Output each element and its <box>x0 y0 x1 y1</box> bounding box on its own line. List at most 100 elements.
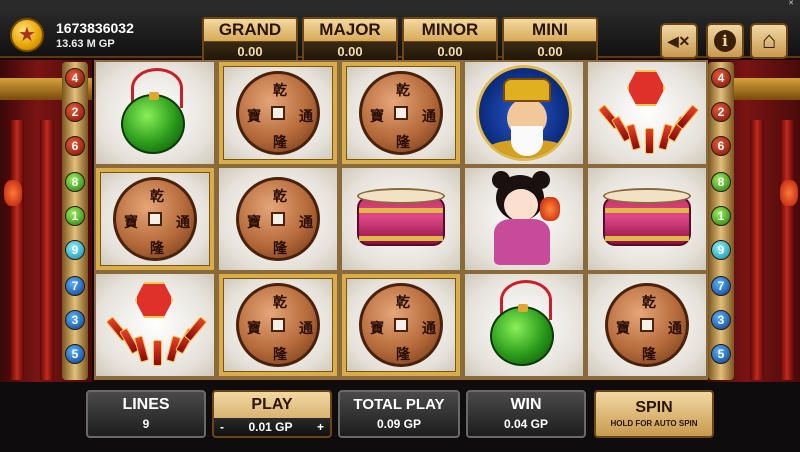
firecracker-stick <box>153 340 162 366</box>
firecracker-stick <box>133 335 150 363</box>
payline-badge[interactable]: 4 <box>711 68 731 88</box>
payline-column-left: 4 2 6 8 1 9 7 3 5 <box>62 62 88 380</box>
payline-badge[interactable]: 2 <box>65 102 85 122</box>
jackpot-minor: MINOR 0.00 <box>402 17 498 63</box>
coin-char: 隆 <box>396 347 410 363</box>
jade-pendant-icon <box>113 68 197 158</box>
firecracker-icon <box>105 282 208 368</box>
info-button[interactable]: i <box>706 23 744 59</box>
win-value: 0.04 GP <box>503 417 549 431</box>
total-play-value: 0.09 GP <box>376 417 422 431</box>
payline-badge[interactable]: 1 <box>711 206 731 226</box>
drum-icon <box>353 186 449 252</box>
jackpot-value: 0.00 <box>204 41 296 62</box>
coin-char: 通 <box>299 321 313 337</box>
reel-cell: 乾通隆寶 <box>219 62 337 164</box>
drum-band <box>605 236 689 241</box>
reel-cell <box>342 168 460 270</box>
payline-badge[interactable]: 6 <box>65 136 85 156</box>
pillar <box>780 120 794 380</box>
payline-badge[interactable]: 6 <box>711 136 731 156</box>
info-icon: i <box>714 30 736 52</box>
play-stepper: - 0.01 GP + <box>214 418 330 436</box>
coin-char: 寶 <box>124 215 138 231</box>
home-icon: ⌂ <box>761 27 777 54</box>
play-label: PLAY <box>251 396 293 413</box>
coin-char: 隆 <box>396 135 410 151</box>
jackpot-grand: GRAND 0.00 <box>202 17 298 63</box>
chinese-coin-icon: 乾通隆寶 <box>236 177 320 261</box>
payline-badge[interactable]: 3 <box>65 310 85 330</box>
payline-badge[interactable]: 3 <box>711 310 731 330</box>
top-bar: ★ 1673836032 13.63 M GP GRAND 0.00 MAJOR… <box>0 8 800 63</box>
jade-pendant-icon <box>482 280 566 370</box>
coin-char: 通 <box>299 109 313 125</box>
lines-value: 9 <box>142 417 150 431</box>
payline-badge[interactable]: 9 <box>711 240 731 260</box>
payline-badge[interactable]: 2 <box>711 102 731 122</box>
lantern-girl-icon <box>474 169 574 269</box>
coin-char: 乾 <box>396 83 410 99</box>
payline-column-right: 4 2 6 8 1 9 7 3 5 <box>708 62 734 380</box>
reel-cell <box>588 62 706 164</box>
lantern-icon <box>780 180 798 206</box>
reel-cell <box>96 62 214 164</box>
coin-char: 寶 <box>370 109 384 125</box>
jackpot-value: 0.00 <box>404 41 496 62</box>
star-coin-icon: ★ <box>10 18 44 52</box>
payline-badge[interactable]: 7 <box>711 276 731 296</box>
coin-char: 乾 <box>642 295 656 311</box>
payline-badge[interactable]: 9 <box>65 240 85 260</box>
payline-badge[interactable]: 1 <box>65 206 85 226</box>
coin-hole <box>394 106 408 120</box>
jackpot-major: MAJOR 0.00 <box>302 17 398 63</box>
jackpot-name: MINI <box>532 20 568 39</box>
reel-grid: 乾通隆寶乾通隆寶乾通隆寶乾通隆寶乾通隆寶乾通隆寶乾通隆寶 <box>94 60 708 380</box>
coin-hole <box>148 212 162 226</box>
drum-band <box>359 236 443 241</box>
reel-cell: 乾通隆寶 <box>342 274 460 376</box>
pillar <box>40 120 54 380</box>
lantern-icon <box>4 180 22 206</box>
coin-hole <box>271 106 285 120</box>
play-minus-button[interactable]: - <box>220 420 224 434</box>
account-id: 1673836032 <box>56 20 134 36</box>
home-button[interactable]: ⌂ <box>750 23 788 59</box>
win-panel: WIN 0.04 GP <box>466 390 586 438</box>
chinese-coin-icon: 乾通隆寶 <box>236 283 320 367</box>
bottom-bar: LINES 9 PLAY - 0.01 GP + TOTAL PLAY 0.09… <box>0 382 800 452</box>
total-play-panel: TOTAL PLAY 0.09 GP <box>338 390 460 438</box>
mute-icon: ◀✕ <box>667 32 691 49</box>
god-beard <box>511 126 543 156</box>
payline-badge[interactable]: 4 <box>65 68 85 88</box>
win-label: WIN <box>510 396 542 413</box>
payline-badge[interactable]: 7 <box>65 276 85 296</box>
jackpot-name: MINOR <box>421 20 479 39</box>
coin-char: 乾 <box>396 295 410 311</box>
reel-cell: 乾通隆寶 <box>588 274 706 376</box>
pendant-knot <box>149 92 159 100</box>
coin-char: 通 <box>422 109 436 125</box>
coin-char: 隆 <box>273 347 287 363</box>
spin-button[interactable]: SPIN HOLD FOR AUTO SPIN <box>594 390 714 438</box>
payline-badge[interactable]: 5 <box>711 344 731 364</box>
firecracker-stick <box>625 123 642 151</box>
play-panel: PLAY - 0.01 GP + <box>212 390 332 438</box>
coin-char: 寶 <box>370 321 384 337</box>
play-value: 0.01 GP <box>248 420 293 434</box>
payline-badge[interactable]: 8 <box>65 172 85 192</box>
coin-hole <box>640 318 654 332</box>
payline-badge[interactable]: 5 <box>65 344 85 364</box>
coin-char: 隆 <box>273 135 287 151</box>
chinese-coin-icon: 乾通隆寶 <box>359 71 443 155</box>
lines-panel[interactable]: LINES 9 <box>86 390 206 438</box>
chinese-coin-icon: 乾通隆寶 <box>605 283 689 367</box>
mute-button[interactable]: ◀✕ <box>660 23 698 59</box>
drum-top <box>603 188 691 204</box>
jackpot-value: 0.00 <box>304 41 396 62</box>
coin-char: 隆 <box>273 241 287 257</box>
play-plus-button[interactable]: + <box>317 420 324 434</box>
payline-badge[interactable]: 8 <box>711 172 731 192</box>
window-close-icon[interactable]: ✕ <box>788 0 794 7</box>
reel-cell <box>588 168 706 270</box>
